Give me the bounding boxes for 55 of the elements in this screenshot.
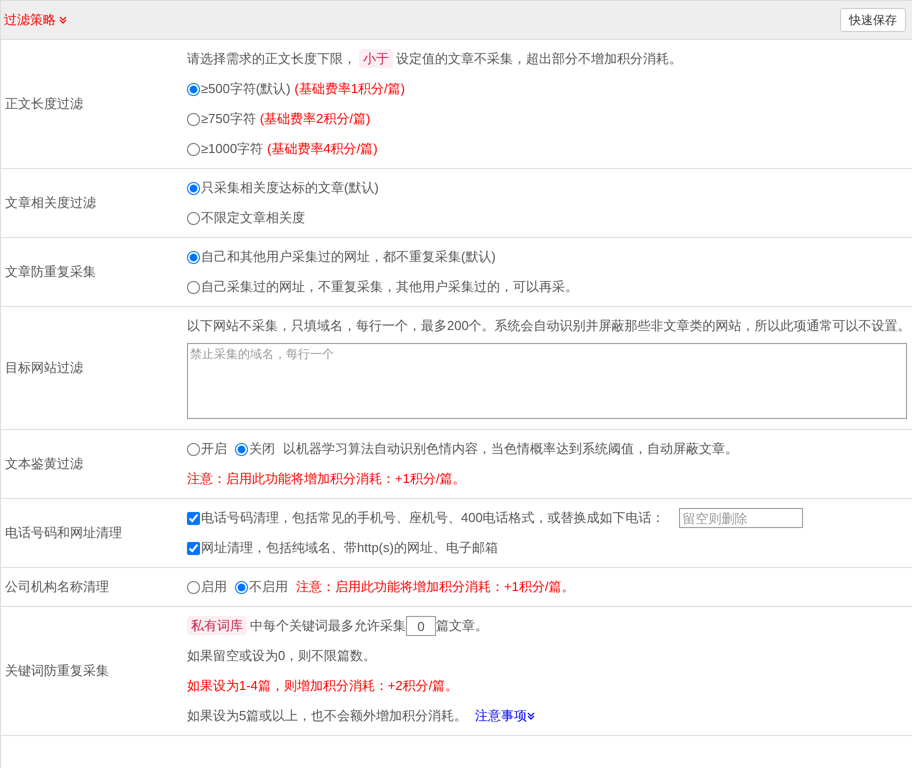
option-label[interactable]: ≥1000字符 (201, 140, 264, 158)
setting-label: 公司机构名称清理 (5, 578, 109, 596)
rate-note: (基础费率4积分/篇) (267, 140, 378, 158)
radio-button[interactable] (187, 250, 200, 264)
setting-label: 文章相关度过滤 (5, 194, 96, 212)
radio-button[interactable] (187, 182, 200, 194)
option-label[interactable]: 开启 (201, 440, 227, 458)
option-label[interactable]: 只采集相关度达标的文章(默认) (201, 179, 379, 197)
setting-label: 正文长度过滤 (5, 95, 83, 113)
phone-input-field[interactable]: 留空则删除 (678, 508, 803, 528)
rate-note: (基础费率2积分/篇) (260, 110, 370, 128)
warning-text: 注意：启用此功能将增加积分消耗：+1积分/篇。 (187, 470, 466, 488)
checkbox[interactable] (187, 512, 200, 524)
radio-button[interactable] (187, 82, 200, 96)
description-text: 如果留空或设为0，则不限篇数。 (187, 647, 378, 665)
tag-label: 私有词库 (187, 617, 250, 635)
notes-link[interactable]: 注意事项 (475, 707, 536, 725)
option-label[interactable]: 电话号码清理，包括常见的手机号、座机号、400电话格式，或替换成如下电话： (201, 509, 665, 527)
option-label[interactable]: 关闭 (249, 440, 275, 458)
option-label[interactable]: 自己和其他用户采集过的网址，都不重复采集(默认) (201, 248, 496, 266)
double-chevron-icon (59, 16, 67, 24)
count-input-field[interactable]: 0 (406, 616, 436, 636)
option-label[interactable]: ≥500字符(默认) (201, 80, 290, 98)
warning-text: 如果设为1-4篇，则增加积分消耗：+2积分/篇。 (187, 677, 458, 695)
domain-input-field[interactable]: 禁止采集的域名，每行一个 (187, 343, 907, 419)
option-label[interactable]: ≥750字符 (201, 110, 256, 128)
option-label[interactable]: 自己采集过的网址，不重复采集，其他用户采集过的，可以再采。 (201, 278, 578, 296)
radio-button[interactable] (187, 212, 200, 224)
description-text: 如果设为5篇或以上，也不会额外增加积分消耗。 (187, 707, 468, 725)
option-label[interactable]: 不启用 (249, 578, 288, 596)
description-text: 以机器学习算法自动识别色情内容，当色情概率达到系统阈值，自动屏蔽文章。 (283, 440, 738, 458)
setting-label: 电话号码和网址清理 (5, 524, 122, 542)
radio-button[interactable] (187, 112, 200, 126)
radio-button[interactable] (187, 142, 200, 156)
double-chevron-icon (527, 712, 536, 720)
option-label[interactable]: 启用 (201, 578, 227, 596)
setting-label: 目标网站过滤 (5, 359, 83, 377)
description-text: 中每个关键词最多允许采集 (250, 617, 406, 635)
quick-save-button[interactable]: 快速保存 (840, 8, 906, 32)
radio-button[interactable] (187, 580, 200, 594)
description-text: 篇文章。 (436, 617, 488, 635)
option-label[interactable]: 网址清理，包括纯域名、带http(s)的网址、电子邮箱 (201, 539, 498, 557)
radio-button[interactable] (235, 442, 248, 456)
radio-button[interactable] (235, 580, 248, 594)
rate-note: (基础费率1积分/篇) (294, 80, 405, 98)
radio-button[interactable] (187, 442, 200, 456)
radio-button[interactable] (187, 280, 200, 294)
setting-label: 文本鉴黄过滤 (5, 455, 83, 473)
option-label[interactable]: 不限定文章相关度 (201, 209, 305, 227)
checkbox[interactable] (187, 542, 200, 554)
warning-text: 注意：启用此功能将增加积分消耗：+1积分/篇。 (296, 578, 574, 596)
description-text: 以下网站不采集，只填域名，每行一个，最多200个。系统会自动识别并屏蔽那些非文章类的网站，所以此项通常可以不设置。 (187, 317, 912, 335)
setting-label: 文章防重复采集 (5, 263, 96, 281)
setting-label: 关键词防重复采集 (5, 662, 109, 680)
instruction-text: 请选择需求的正文长度下限， 小于 设定值的文章不采集，超出部分不增加积分消耗。 (187, 48, 683, 70)
